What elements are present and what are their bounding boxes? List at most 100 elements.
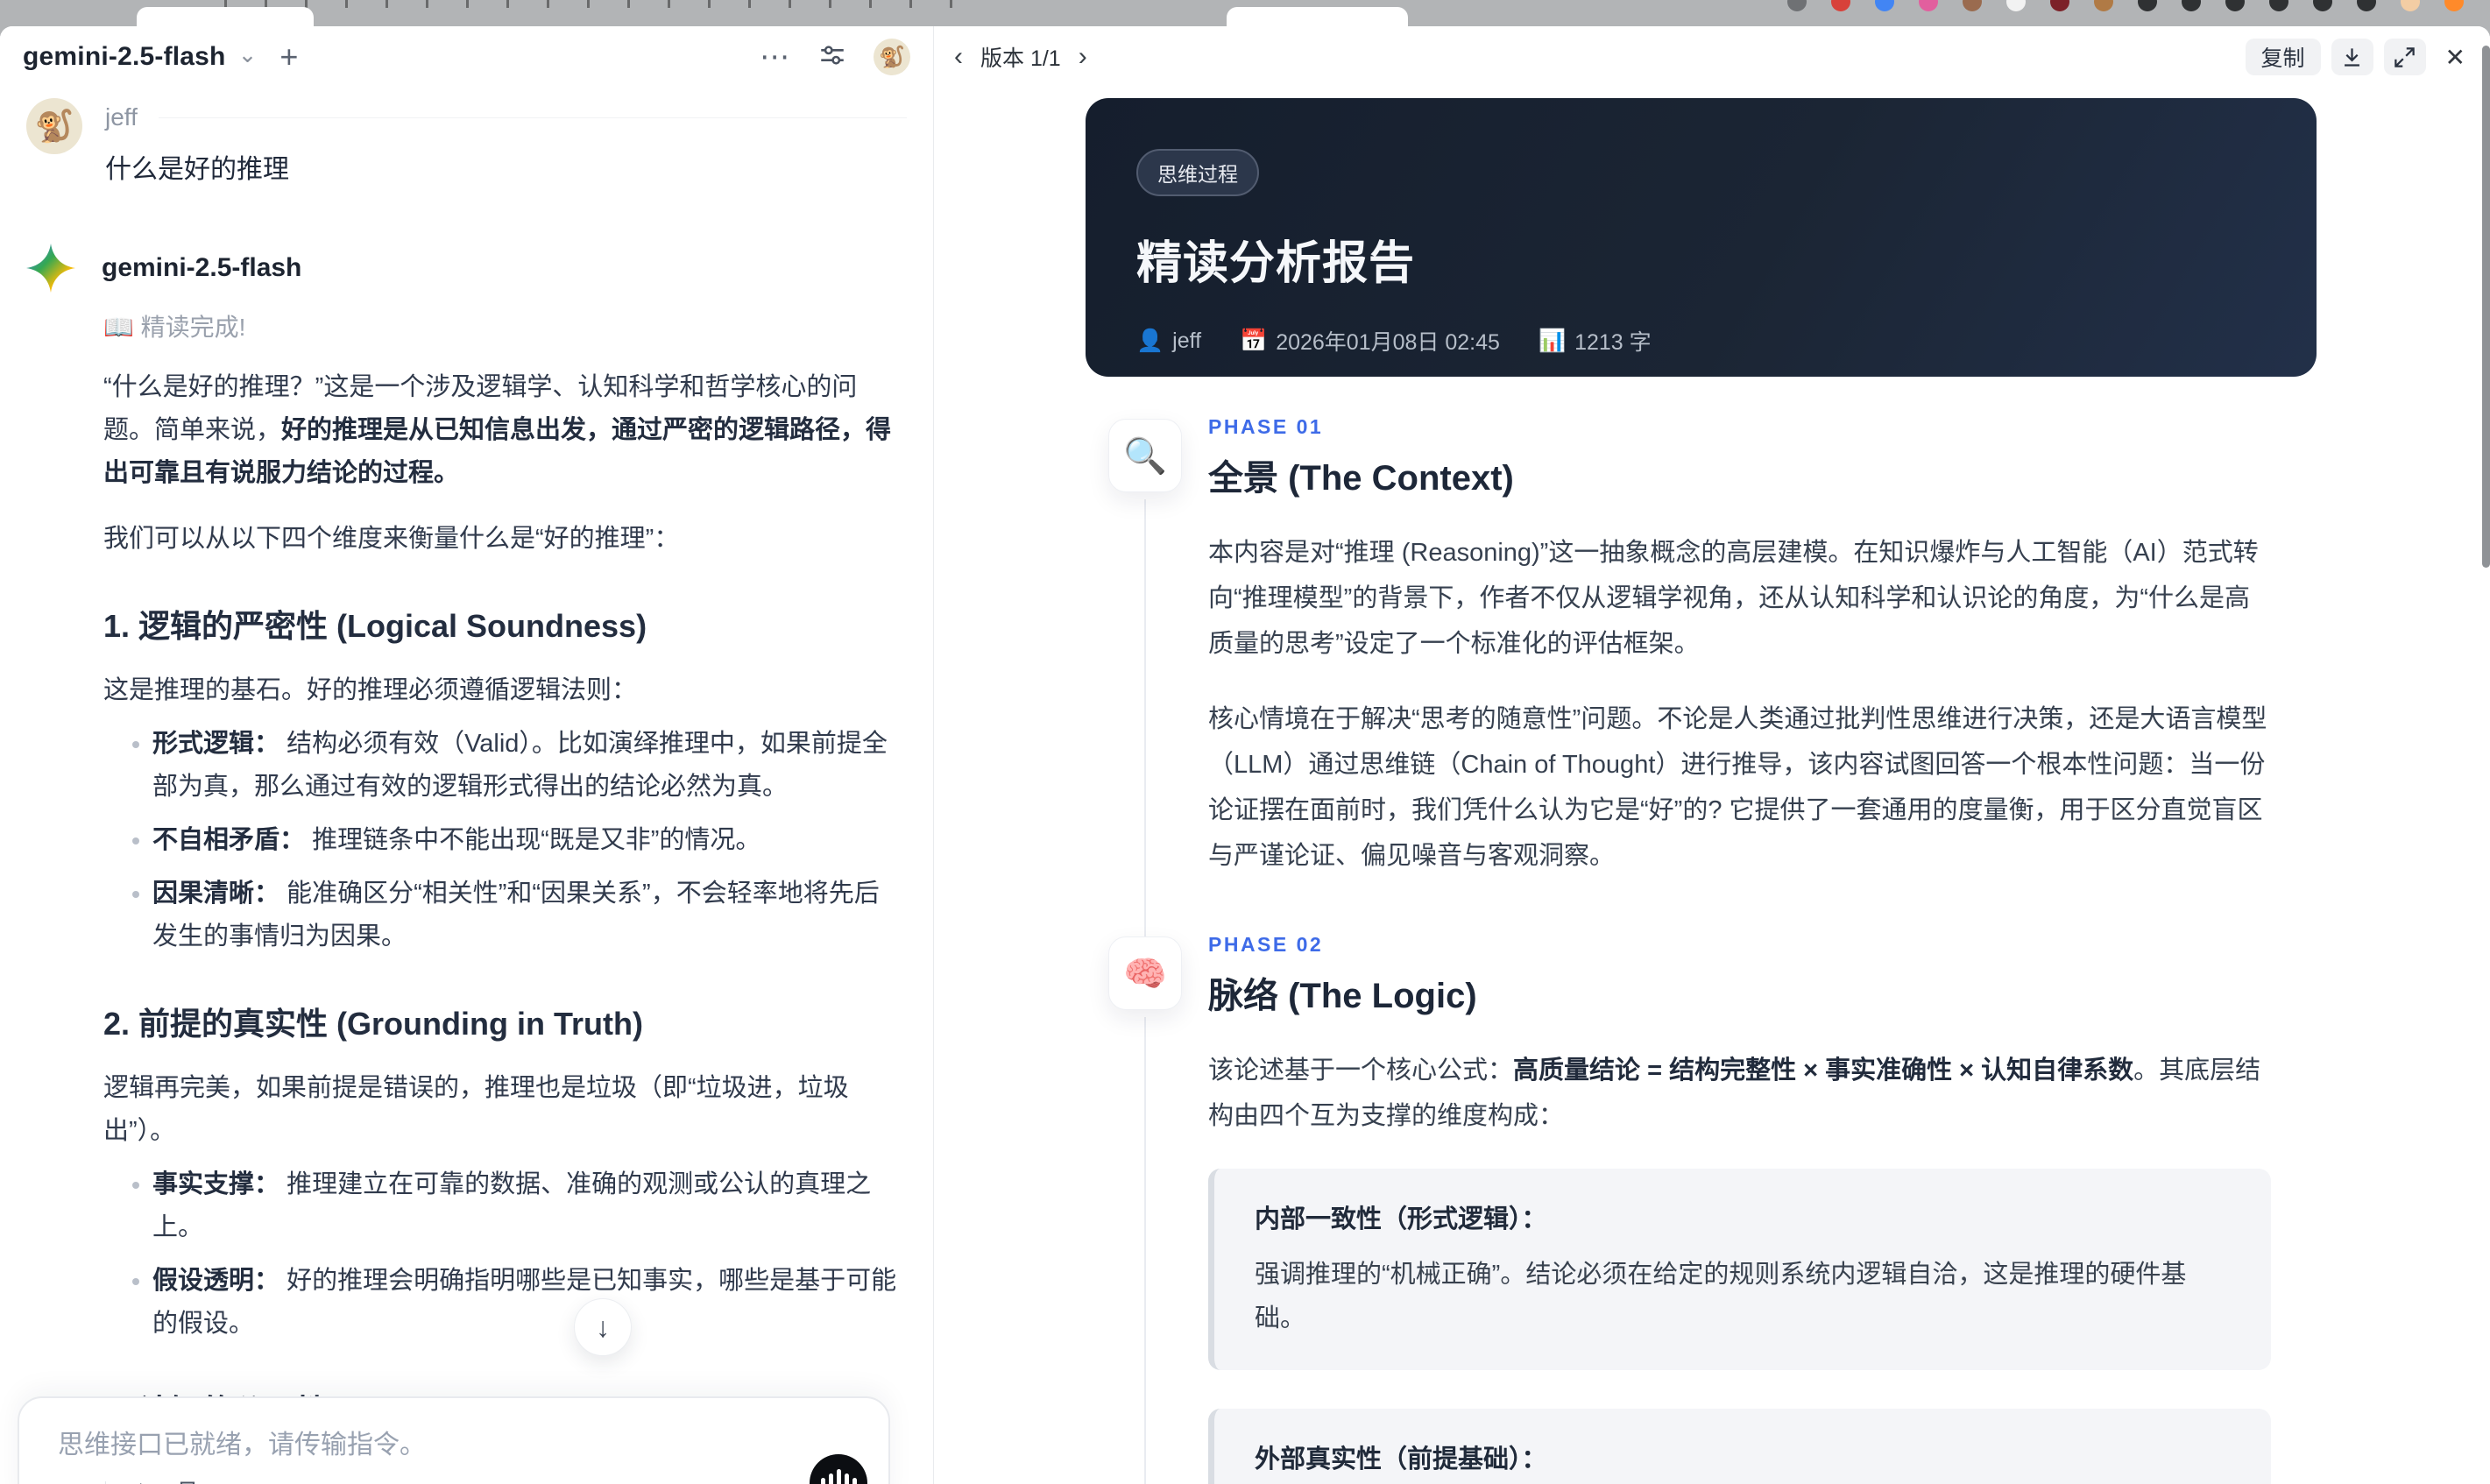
menubar-app-icon[interactable]	[1963, 0, 1982, 11]
waveform-icon	[844, 1473, 849, 1484]
menubar-app-icon[interactable]	[2444, 0, 2464, 11]
menubar-app-icon[interactable]	[1875, 0, 1894, 11]
report-date: 2026年01月08日 02:45	[1276, 330, 1500, 355]
menubar-app-icon[interactable]	[2357, 0, 2376, 11]
report-title: 精读分析报告	[1136, 238, 1416, 289]
chat-scroll-area[interactable]: 🐒 jeff 什么是好的推理 gemini-2.5-flash 📖 精读完成! …	[0, 88, 933, 1484]
menubar-app-icon[interactable]	[2050, 0, 2069, 11]
card-title: 内部一致性（形式逻辑）：	[1255, 1205, 1547, 1233]
bullet-item: 假设透明： 好的推理会明确指明哪些是已知事实，哪些是基于可能的假设。	[152, 1260, 898, 1346]
copy-button[interactable]: 复制	[2245, 39, 2321, 75]
assistant-message: gemini-2.5-flash 📖 精读完成! “什么是好的推理？”这是一个涉…	[26, 244, 907, 1484]
phase-paragraph: 核心情境在于解决“思考的随意性”问题。不论是人类通过批判性思维进行决策，还是大语…	[1208, 705, 2267, 870]
waveform-icon	[820, 1478, 825, 1484]
phase-label: PHASE 01	[1208, 415, 1324, 438]
menubar-status-icons	[1787, 0, 2464, 11]
arrow-down-icon: ↓	[596, 1311, 610, 1343]
phase-label: PHASE 02	[1208, 933, 1324, 956]
word-count-icon: 📊	[1538, 328, 1567, 353]
expand-icon	[2395, 46, 2415, 67]
phase-paragraph: 该论述基于一个核心公式：高质量结论 = 结构完整性 × 事实准确性 × 认知自律…	[1208, 1056, 2261, 1130]
magnifier-icon: 🔍	[1108, 419, 1182, 492]
user-message-text: 什么是好的推理	[105, 155, 289, 184]
report-document[interactable]: 思维过程 精读分析报告 👤 jeff 📅 2026年01月08日 02:45 📊 12…	[935, 89, 2485, 1484]
waveform-icon	[836, 1469, 841, 1484]
chevron-left-icon[interactable]: ‹	[951, 42, 966, 72]
menubar-app-icon[interactable]	[2094, 0, 2113, 11]
waveform-icon	[828, 1473, 833, 1484]
waveform-icon	[852, 1478, 857, 1484]
bullet-item: 形式逻辑： 结构必须有效（Valid）。比如演绎推理中，如果前提全部为真，那么通…	[152, 723, 898, 809]
menubar-app-icon[interactable]	[2006, 0, 2026, 11]
phase-title: 脉络 (The Logic)	[1208, 977, 1477, 1015]
menubar-app-icon[interactable]	[2313, 0, 2332, 11]
phase-paragraph: 本内容是对“推理 (Reasoning)”这一抽象概念的高层建模。在知识爆炸与人…	[1208, 539, 2259, 658]
report-badge: 思维过程	[1136, 149, 1259, 196]
word-count: 1213 字	[1574, 330, 1652, 355]
assistant-status: 📖 精读完成!	[103, 314, 246, 341]
assistant-markdown: “什么是好的推理？”这是一个涉及逻辑学、认知科学和哲学核心的问题。简单来说，好的…	[103, 366, 898, 1484]
user-avatar[interactable]: 🐒	[874, 39, 910, 75]
chat-header: gemini-2.5-flash ⌄ + ⋯ 🐒	[0, 26, 933, 88]
author-icon: 👤	[1136, 328, 1164, 353]
section-intro: 这是推理的基石。好的推理必须遵循逻辑法则：	[103, 676, 638, 704]
section-heading: 2. 前提的真实性 (Grounding in Truth)	[103, 1006, 643, 1042]
more-options-button[interactable]: ⋯	[760, 39, 791, 74]
calendar-icon: 📅	[1240, 328, 1268, 353]
bullet-list: 事实支撑： 推理建立在可靠的数据、准确的观测或公认的真理之上。 假设透明： 好的…	[103, 1163, 898, 1346]
dimension-card: 外部真实性（前提基础）： 强调推理的“经验校准”。解决“GIGO（垃圾进，垃圾出…	[1208, 1409, 2271, 1484]
message-author: jeff	[105, 103, 138, 131]
bullet-item: 不自相矛盾： 推理链条中不能出现“既是又非”的情况。	[152, 819, 898, 862]
bullet-item: 因果清晰： 能准确区分“相关性”和“因果关系”，不会轻率地将先后发生的事情归为因…	[152, 873, 898, 958]
chevron-down-icon[interactable]: ⌄	[238, 41, 258, 68]
expand-button[interactable]	[2383, 39, 2426, 75]
chat-composer[interactable]: 思维接口已就绪，请传输指令。 + ❖	[18, 1396, 890, 1484]
close-button[interactable]: ✕	[2437, 43, 2474, 72]
attach-button[interactable]: +	[49, 1475, 82, 1484]
menubar-text-fragments	[202, 0, 955, 8]
menubar-app-icon[interactable]	[2225, 0, 2245, 11]
section-intro: 逻辑再完美，如果前提是错误的，推理也是垃圾（即“垃圾进，垃圾出”）。	[103, 1074, 849, 1145]
card-title: 外部真实性（前提基础）：	[1255, 1445, 1547, 1473]
report-hero: 思维过程 精读分析报告 👤 jeff 📅 2026年01月08日 02:45 📊 12…	[1086, 98, 2317, 377]
menubar-app-icon[interactable]	[2269, 0, 2288, 11]
divider	[158, 117, 907, 118]
dimension-cards: 内部一致性（形式逻辑）： 强调推理的“机械正确”。结论必须在给定的规则系统内逻辑…	[1208, 1169, 2271, 1484]
assistant-name: gemini-2.5-flash	[102, 253, 302, 282]
artifact-panel: ‹ 版本 1/1 › 复制 ✕ 思维过程 精读分析报告 👤 jeff 📅 202…	[935, 26, 2490, 1484]
version-nav: ‹ 版本 1/1 ›	[951, 41, 1091, 73]
app-window: gemini-2.5-flash ⌄ + ⋯ 🐒 🐒 jeff 什么是好的推理 …	[0, 26, 2490, 1484]
version-label: 版本 1/1	[980, 46, 1061, 71]
menubar-app-icon[interactable]	[1831, 0, 1850, 11]
dimension-card: 内部一致性（形式逻辑）： 强调推理的“机械正确”。结论必须在给定的规则系统内逻辑…	[1208, 1169, 2271, 1370]
section-heading: 1. 逻辑的严密性 (Logical Soundness)	[103, 608, 647, 644]
tune-settings-icon[interactable]	[817, 40, 847, 74]
bullet-list: 形式逻辑： 结构必须有效（Valid）。比如演绎推理中，如果前提全部为真，那么通…	[103, 723, 898, 958]
artifact-header: ‹ 版本 1/1 › 复制 ✕	[935, 26, 2490, 88]
scrollbar-thumb[interactable]	[2482, 46, 2490, 568]
menubar-app-icon[interactable]	[2138, 0, 2157, 11]
new-chat-button[interactable]: +	[279, 39, 298, 75]
download-button[interactable]	[2331, 39, 2373, 75]
menubar-app-icon[interactable]	[1787, 0, 1807, 11]
brain-icon: 🧠	[1108, 936, 1182, 1010]
lead-paragraph: 我们可以从以下四个维度来衡量什么是“好的推理”：	[103, 525, 680, 553]
author-name: jeff	[1172, 328, 1202, 353]
user-avatar: 🐒	[26, 98, 82, 154]
scroll-to-bottom-button[interactable]: ↓	[574, 1298, 632, 1356]
chevron-right-icon[interactable]: ›	[1075, 42, 1091, 72]
bookmark-icon[interactable]	[175, 1479, 200, 1484]
download-icon	[2345, 47, 2359, 67]
user-message: 🐒 jeff 什么是好的推理	[26, 98, 907, 186]
gemini-logo-icon	[26, 244, 75, 293]
sparkle-tools-icon[interactable]: ❖	[129, 1479, 152, 1484]
phase-section-1: 🔍 PHASE 01 全景 (The Context) 本内容是对“推理 (Re…	[1108, 415, 2485, 940]
card-body: 强调推理的“机械正确”。结论必须在给定的规则系统内逻辑自洽，这是推理的硬件基础。	[1255, 1261, 2187, 1332]
phase-title: 全景 (The Context)	[1208, 459, 1514, 498]
model-selector[interactable]: gemini-2.5-flash	[23, 42, 226, 72]
chat-input[interactable]: 思维接口已就绪，请传输指令。	[58, 1423, 850, 1461]
menubar-app-icon[interactable]	[2182, 0, 2201, 11]
chat-panel: gemini-2.5-flash ⌄ + ⋯ 🐒 🐒 jeff 什么是好的推理 …	[0, 26, 934, 1484]
menubar-app-icon[interactable]	[2401, 0, 2420, 11]
menubar-app-icon[interactable]	[1919, 0, 1938, 11]
